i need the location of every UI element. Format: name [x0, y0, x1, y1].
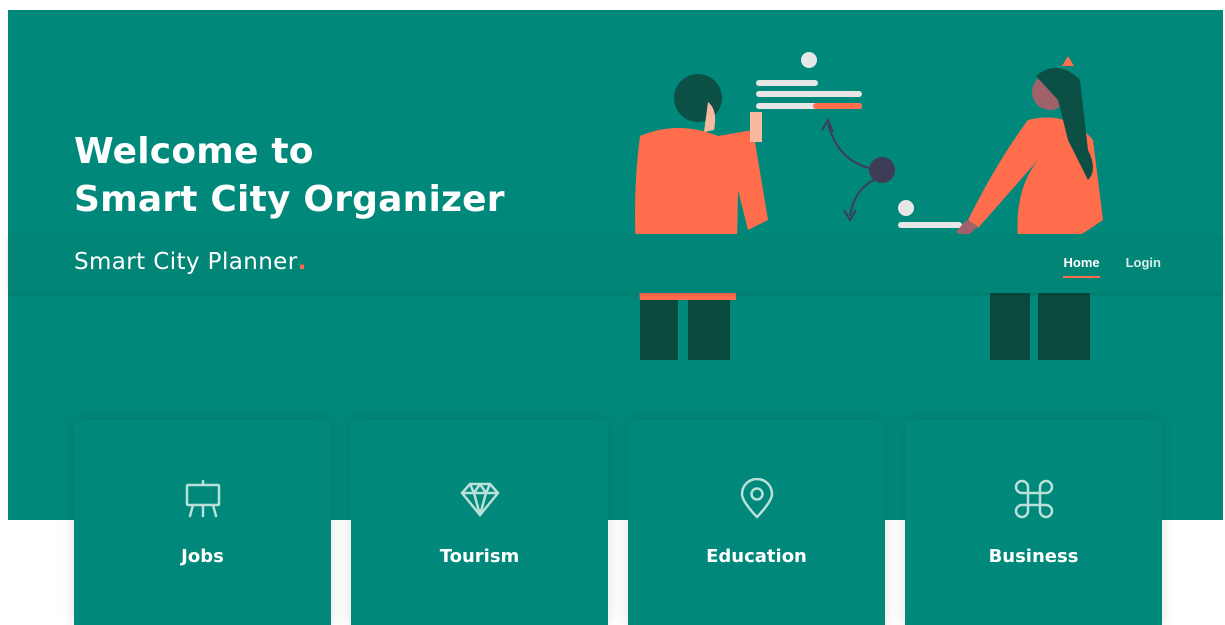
command-key-icon [1014, 479, 1053, 519]
card-label: Business [988, 546, 1079, 567]
card-label: Tourism [439, 546, 520, 567]
hero-illustration [635, 52, 1103, 360]
nav-links: Home Login [1063, 255, 1161, 278]
hero-title-line-2: Smart City Organizer [74, 179, 505, 220]
brand-dot: . [297, 249, 307, 275]
brand-logo[interactable]: Smart City Planner. [74, 249, 307, 275]
card-label: Jobs [181, 546, 224, 567]
map-pin-icon [740, 478, 773, 519]
nav-link-home[interactable]: Home [1063, 255, 1100, 278]
nav-link-login[interactable]: Login [1126, 255, 1161, 278]
brand-name: Smart City Planner [74, 249, 298, 275]
hero-title: Welcome to Smart City Organizer [74, 128, 505, 224]
woman-figure [956, 56, 1103, 360]
feature-cards: Jobs Tourism Education Business [74, 420, 1162, 625]
top-chart [756, 52, 862, 109]
presentation-easel-icon [185, 479, 220, 518]
hero-title-line-1: Welcome to [74, 131, 314, 172]
card-tourism[interactable]: Tourism [351, 420, 608, 625]
card-education[interactable]: Education [628, 420, 885, 625]
diamond-icon [460, 482, 499, 517]
card-label: Education [706, 546, 807, 567]
card-jobs[interactable]: Jobs [74, 420, 331, 625]
card-business[interactable]: Business [905, 420, 1162, 625]
navbar: Smart City Planner. Home Login [8, 234, 1223, 293]
man-figure [635, 74, 768, 360]
